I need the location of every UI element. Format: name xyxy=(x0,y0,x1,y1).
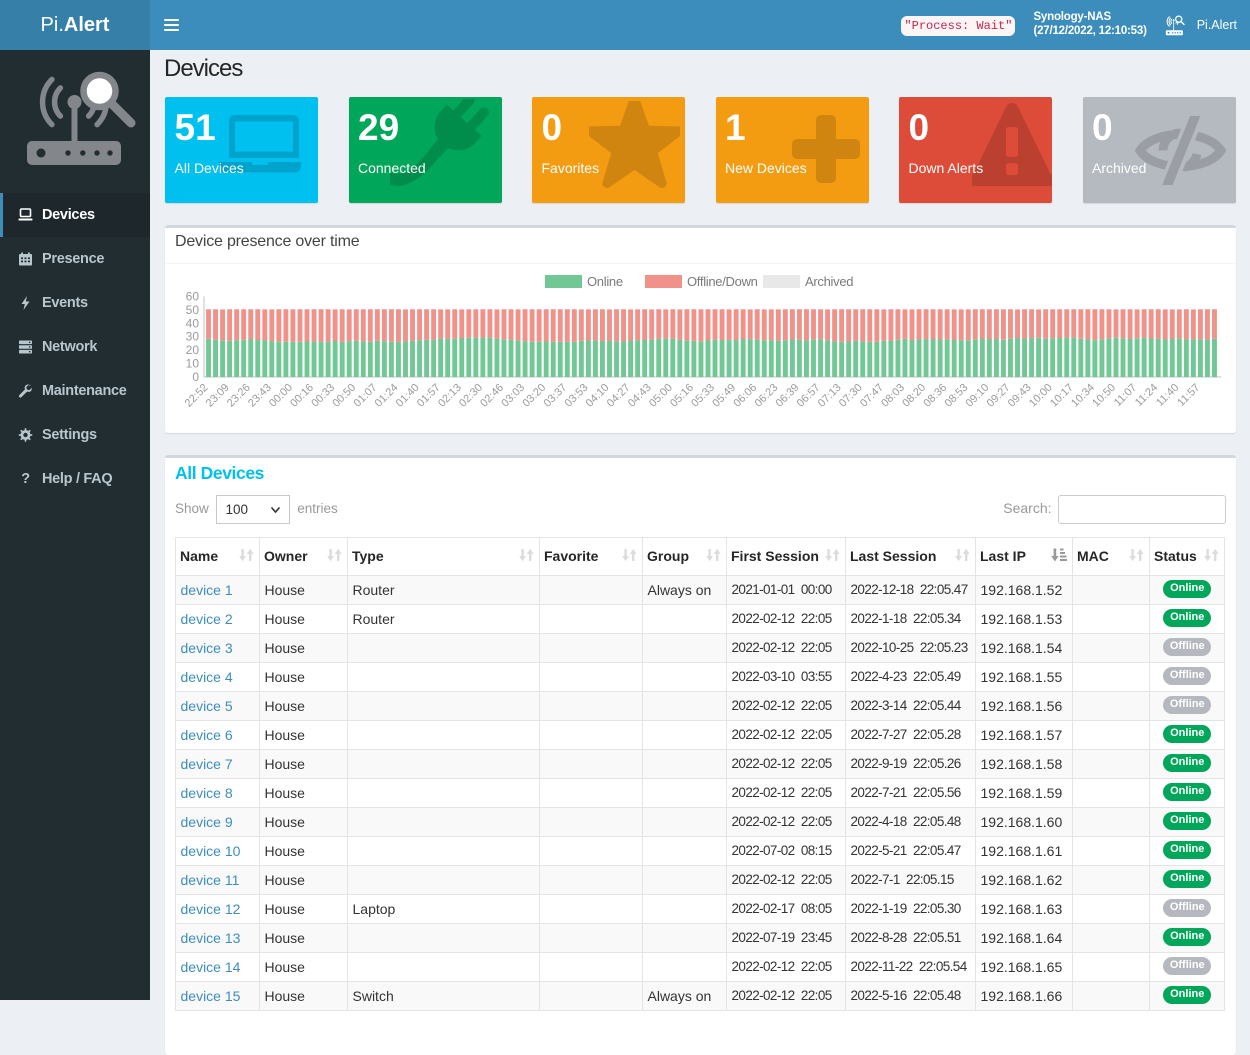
svg-text:04:43: 04:43 xyxy=(626,382,654,410)
svg-text:Offline/Down: Offline/Down xyxy=(687,274,758,289)
svg-text:Online: Online xyxy=(587,274,623,289)
svg-text:23:26: 23:26 xyxy=(225,382,253,410)
svg-text:04:10: 04:10 xyxy=(584,382,612,410)
svg-text:07:13: 07:13 xyxy=(816,382,844,410)
svg-text:11:57: 11:57 xyxy=(1175,382,1202,409)
svg-text:08:36: 08:36 xyxy=(921,382,949,410)
svg-text:06:57: 06:57 xyxy=(795,382,823,410)
svg-text:30: 30 xyxy=(186,330,200,344)
svg-text:00:16: 00:16 xyxy=(288,382,316,410)
svg-text:00:50: 00:50 xyxy=(330,382,358,410)
svg-text:60: 60 xyxy=(186,289,200,303)
svg-text:23:09: 23:09 xyxy=(204,382,232,410)
svg-text:0: 0 xyxy=(192,370,199,384)
svg-text:01:57: 01:57 xyxy=(415,382,443,410)
svg-text:04:27: 04:27 xyxy=(605,382,633,410)
svg-text:09:27: 09:27 xyxy=(985,382,1013,410)
svg-text:08:20: 08:20 xyxy=(900,382,928,410)
svg-text:10:00: 10:00 xyxy=(1027,382,1055,410)
svg-text:05:33: 05:33 xyxy=(689,382,717,410)
svg-text:03:20: 03:20 xyxy=(520,382,548,410)
svg-text:05:49: 05:49 xyxy=(710,382,738,410)
svg-text:09:43: 09:43 xyxy=(1006,382,1034,410)
svg-text:05:00: 05:00 xyxy=(647,382,675,410)
svg-text:40: 40 xyxy=(186,316,200,330)
svg-text:11:07: 11:07 xyxy=(1112,382,1139,409)
svg-text:09:10: 09:10 xyxy=(964,382,992,410)
svg-text:01:07: 01:07 xyxy=(352,382,380,410)
svg-text:07:47: 07:47 xyxy=(858,382,886,410)
svg-text:03:37: 03:37 xyxy=(541,382,569,410)
svg-text:22:52: 22:52 xyxy=(183,382,211,410)
svg-text:06:06: 06:06 xyxy=(731,382,759,410)
svg-text:23:43: 23:43 xyxy=(246,382,274,410)
svg-text:02:13: 02:13 xyxy=(436,382,464,410)
svg-text:20: 20 xyxy=(186,343,200,357)
svg-text:10:50: 10:50 xyxy=(1090,382,1118,410)
svg-text:00:00: 00:00 xyxy=(267,382,295,410)
svg-text:05:16: 05:16 xyxy=(668,382,696,410)
svg-text:50: 50 xyxy=(186,303,200,317)
svg-text:03:03: 03:03 xyxy=(499,382,527,410)
svg-text:07:30: 07:30 xyxy=(837,382,865,410)
svg-text:10:17: 10:17 xyxy=(1048,382,1076,410)
svg-text:11:24: 11:24 xyxy=(1133,382,1160,409)
svg-text:08:03: 08:03 xyxy=(879,382,907,410)
svg-text:11:40: 11:40 xyxy=(1154,382,1181,409)
svg-text:Archived: Archived xyxy=(805,274,853,289)
svg-text:03:53: 03:53 xyxy=(563,382,591,410)
svg-text:06:23: 06:23 xyxy=(752,382,780,410)
svg-text:08:53: 08:53 xyxy=(942,382,970,410)
svg-text:10:34: 10:34 xyxy=(1069,382,1097,410)
svg-text:01:24: 01:24 xyxy=(373,382,401,410)
svg-text:00:33: 00:33 xyxy=(309,382,337,410)
svg-text:01:40: 01:40 xyxy=(394,382,422,410)
svg-text:10: 10 xyxy=(186,357,200,371)
svg-text:06:39: 06:39 xyxy=(774,382,802,410)
svg-text:02:46: 02:46 xyxy=(478,382,506,410)
svg-text:02:30: 02:30 xyxy=(457,382,485,410)
